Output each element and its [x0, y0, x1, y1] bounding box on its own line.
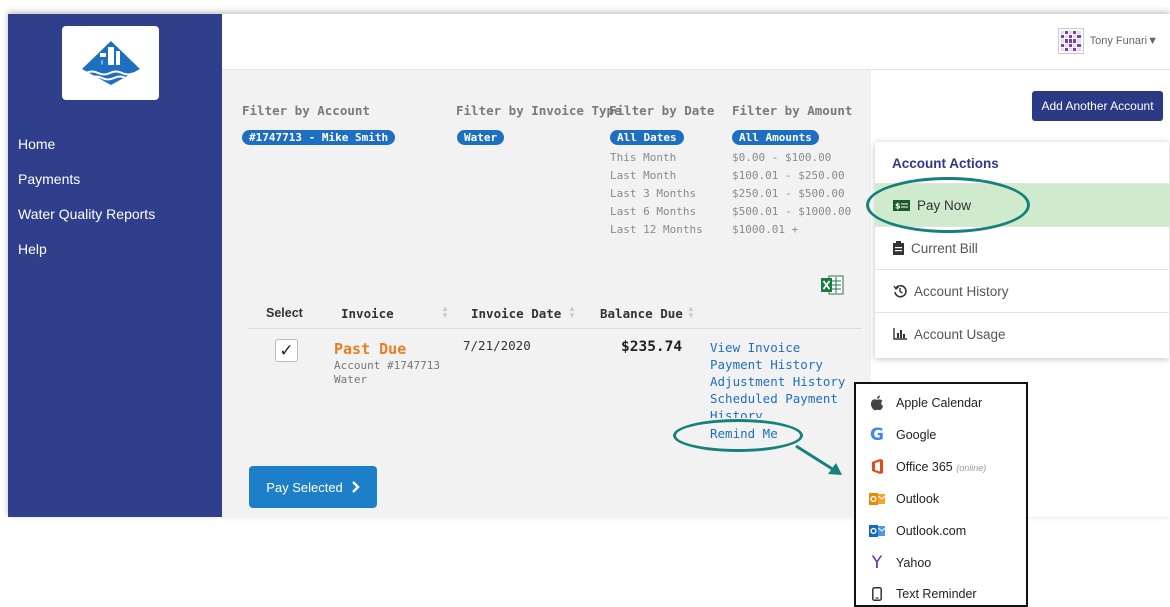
col-select: Select [266, 306, 303, 320]
filter-amount-option[interactable]: $0.00 - $100.00 [732, 149, 851, 167]
view-invoice-link[interactable]: View Invoice [710, 340, 800, 355]
add-to-calendar-menu: Apple Calendar G Google Office 365 (onli… [854, 382, 1028, 607]
avatar [1057, 28, 1084, 54]
filter-date-heading: Filter by Date [609, 103, 715, 118]
filter-amount-option[interactable]: $100.01 - $250.00 [732, 167, 851, 185]
invoice-account: Account #1747713 [334, 359, 440, 372]
filter-invoice-type-pill[interactable]: Water [457, 130, 505, 145]
chart-icon [893, 328, 907, 340]
calendar-option-label: Text Reminder [896, 586, 977, 601]
calendar-option-outlook-com[interactable]: Outlook.com [856, 515, 1026, 546]
col-invoice-date[interactable]: Invoice Date [471, 306, 561, 321]
outlook-com-icon [869, 523, 885, 539]
invoice-type: Water [334, 373, 368, 386]
office-icon [869, 459, 885, 475]
col-invoice[interactable]: Invoice [341, 306, 394, 321]
calendar-option-label: Outlook [896, 491, 940, 506]
account-history-button[interactable]: Account History [875, 269, 1169, 312]
logo[interactable] [62, 26, 159, 100]
filter-date-option[interactable]: Last 3 Months [610, 185, 703, 203]
calendar-option-label: Apple Calendar [896, 395, 983, 410]
filter-account-heading: Filter by Account [242, 103, 370, 118]
filter-account-pill[interactable]: #1747713 - Mike Smith [242, 130, 396, 145]
scheduled-payment-history-link[interactable]: History [710, 408, 763, 418]
filter-date-options: This Month Last Month Last 3 Months Last… [610, 149, 703, 239]
invoice-date: 7/21/2020 [463, 338, 531, 353]
sidebar: Home Payments Water Quality Reports Help [8, 14, 222, 517]
calendar-option-text-reminder[interactable]: Text Reminder [856, 578, 1026, 607]
scheduled-payment-link[interactable]: Scheduled Payment [710, 391, 838, 406]
google-icon: G [870, 424, 884, 445]
remind-me-link[interactable]: Remind Me [710, 426, 778, 441]
calendar-option-label: Yahoo [896, 555, 932, 570]
divider [248, 328, 862, 329]
pay-selected-label: Pay Selected [266, 479, 343, 495]
filter-amount-option[interactable]: $1000.01 + [732, 221, 851, 239]
account-actions-card: Account Actions $ Pay Now Current Bill A… [875, 142, 1169, 358]
filter-invoice-type-heading: Filter by Invoice Type [456, 103, 622, 118]
current-bill-label: Current Bill [911, 240, 978, 256]
row-select-checkbox[interactable]: ✓ [275, 339, 298, 362]
yahoo-icon: Y [871, 552, 883, 573]
filter-date-option[interactable]: Last Month [610, 167, 703, 185]
current-bill-button[interactable]: Current Bill [875, 226, 1169, 269]
calendar-option-label: Outlook.com [896, 523, 967, 538]
account-usage-label: Account Usage [914, 326, 1006, 342]
nav-help[interactable]: Help [18, 241, 47, 257]
filter-amount-option[interactable]: $250.01 - $500.00 [732, 185, 851, 203]
history-icon [893, 284, 907, 298]
payment-history-link[interactable]: Payment History [710, 357, 823, 372]
calendar-option-label: Google [896, 427, 937, 442]
svg-text:$: $ [895, 201, 901, 210]
filter-date-option[interactable]: Last 12 Months [610, 221, 703, 239]
filter-date-option[interactable]: Last 6 Months [610, 203, 703, 221]
account-history-label: Account History [914, 283, 1009, 299]
calendar-option-sublabel: (online) [956, 462, 987, 473]
top-bar: Tony Funari▼ [222, 14, 1170, 70]
invoices-panel: Filter by Account Filter by Invoice Type… [222, 70, 871, 517]
filter-date-option[interactable]: This Month [610, 149, 703, 167]
phone-icon [869, 586, 885, 602]
account-usage-button[interactable]: Account Usage [875, 312, 1169, 355]
filter-amount-heading: Filter by Amount [732, 103, 853, 118]
filter-amount-option[interactable]: $500.01 - $1000.00 [732, 203, 851, 221]
sort-icon[interactable]: ▲ ▼ [687, 305, 695, 320]
annotation-arrow-icon [795, 444, 842, 475]
sort-icon[interactable]: ▲ ▼ [441, 305, 449, 320]
nav-payments[interactable]: Payments [18, 171, 80, 187]
add-another-account-button[interactable]: Add Another Account [1032, 91, 1163, 121]
nav-water-quality-reports[interactable]: Water Quality Reports [18, 206, 155, 222]
money-icon: $ [893, 199, 910, 211]
adjustment-history-link[interactable]: Adjustment History [710, 374, 845, 389]
outlook-icon [869, 491, 885, 507]
pay-selected-button[interactable]: Pay Selected [249, 466, 377, 508]
filter-amount-pill[interactable]: All Amounts [732, 130, 819, 145]
calendar-option-outlook[interactable]: Outlook [856, 483, 1026, 514]
pay-now-label: Pay Now [917, 197, 972, 213]
account-actions-title: Account Actions [892, 156, 999, 171]
filter-amount-options: $0.00 - $100.00 $100.01 - $250.00 $250.0… [732, 149, 851, 239]
water-utility-logo-icon [81, 41, 140, 85]
col-balance-due[interactable]: Balance Due [600, 306, 683, 321]
pay-now-button[interactable]: $ Pay Now [875, 183, 1169, 226]
calendar-option-apple[interactable]: Apple Calendar [856, 387, 1026, 418]
user-name: Tony Funari▼ [1089, 35, 1158, 47]
sort-icon[interactable]: ▲ ▼ [568, 305, 576, 320]
chevron-right-icon [351, 481, 360, 493]
calendar-option-office365[interactable]: Office 365 (online) [856, 451, 1026, 482]
calendar-option-google[interactable]: G Google [856, 419, 1026, 450]
calendar-option-label: Office 365 [896, 459, 953, 474]
invoice-status: Past Due [334, 340, 407, 358]
user-menu[interactable]: Tony Funari▼ [1057, 28, 1158, 54]
apple-icon [869, 395, 885, 411]
filter-date-pill[interactable]: All Dates [610, 130, 684, 145]
bill-icon [893, 241, 904, 255]
excel-export-icon[interactable] [820, 274, 844, 296]
nav-home[interactable]: Home [18, 136, 55, 152]
calendar-option-yahoo[interactable]: Y Yahoo [856, 547, 1026, 578]
balance-due: $235.74 [621, 339, 683, 355]
